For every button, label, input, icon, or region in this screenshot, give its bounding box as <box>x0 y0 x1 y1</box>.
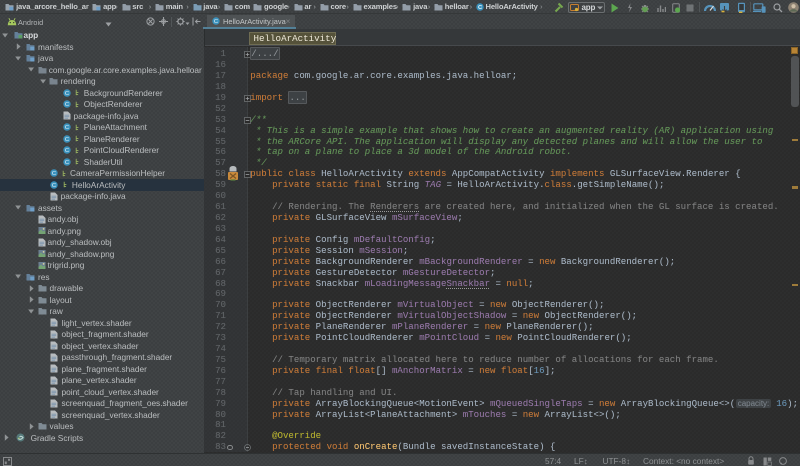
svg-text:C: C <box>214 19 218 25</box>
